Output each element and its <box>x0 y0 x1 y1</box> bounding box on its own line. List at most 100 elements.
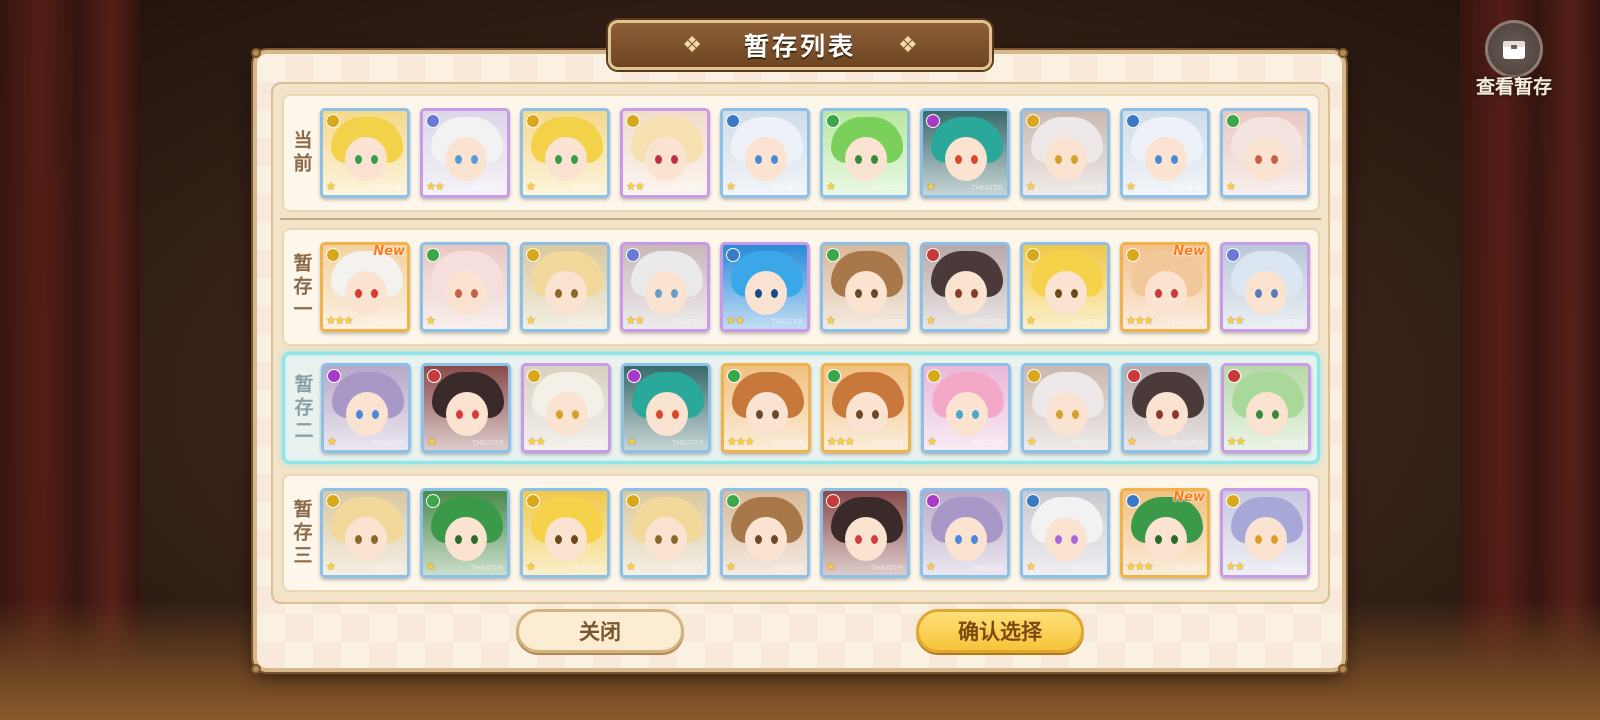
card-caption: THEATER <box>571 184 603 192</box>
rarity-stars: ★ <box>1226 180 1236 193</box>
card-caption: THEATER <box>672 439 704 447</box>
character-card[interactable]: ★★ THEATER <box>620 242 710 332</box>
character-card[interactable]: ★★ THEATER <box>521 363 611 453</box>
card-caption: THEATER <box>472 439 504 447</box>
rarity-stars: ★ <box>826 560 836 573</box>
element-icon <box>527 369 541 383</box>
character-card[interactable]: ★★ THEATER <box>620 108 710 198</box>
character-card[interactable]: ★ THEATER <box>1020 488 1110 578</box>
card-caption: THEATER <box>471 184 503 192</box>
element-icon <box>1126 114 1140 128</box>
rarity-stars: ★★ <box>1226 314 1245 327</box>
character-card[interactable]: ★ THEATER <box>1220 108 1310 198</box>
character-card[interactable]: ★ THEATER <box>520 488 610 578</box>
character-card[interactable]: ★ THEATER <box>520 242 610 332</box>
character-card[interactable]: ★ THEATER <box>820 242 910 332</box>
character-card[interactable]: ★ THEATER <box>720 488 810 578</box>
element-icon <box>1026 494 1040 508</box>
card-caption: THEATER <box>1172 439 1204 447</box>
character-card[interactable]: ★★★ THEATER <box>821 363 911 453</box>
element-icon <box>326 114 340 128</box>
character-card[interactable]: ★ THEATER <box>1121 363 1211 453</box>
character-card[interactable]: ★ THEATER <box>820 488 910 578</box>
card-caption: THEATER <box>971 318 1003 326</box>
corner-ornament <box>251 48 261 58</box>
rarity-stars: ★ <box>627 435 637 448</box>
confirm-select-button[interactable]: 确认选择 <box>916 609 1084 653</box>
rarity-stars: ★ <box>326 180 336 193</box>
card-caption: THEATER <box>1271 318 1303 326</box>
view-saved-button[interactable]: 查看暂存 <box>1464 20 1564 100</box>
card-caption: THEATER <box>371 318 403 326</box>
rarity-stars: ★ <box>726 180 736 193</box>
card-caption: THEATER <box>671 564 703 572</box>
new-badge: New <box>1173 244 1205 259</box>
rarity-stars: ★ <box>1126 180 1136 193</box>
rarity-stars: ★ <box>726 560 736 573</box>
element-icon <box>526 248 540 262</box>
character-card[interactable]: ★ THEATER <box>1020 242 1110 332</box>
close-button[interactable]: 关闭 <box>516 609 684 653</box>
rarity-stars: ★ <box>427 435 437 448</box>
character-card[interactable]: ★ THEATER <box>920 242 1010 332</box>
save-slot-row[interactable]: 暂存二 ★ THEATER ★ THEATER ★★ THEATER ★ THEATER ★★★ T… <box>282 352 1320 464</box>
card-caption: THEATER <box>971 184 1003 192</box>
character-card[interactable]: ★ THEATER <box>320 108 410 198</box>
character-card[interactable]: ★ THEATER <box>321 363 411 453</box>
character-card[interactable]: ★ THEATER <box>421 363 511 453</box>
character-card[interactable]: ★ THEATER <box>621 363 711 453</box>
rarity-stars: ★★★ <box>1126 560 1154 573</box>
character-card[interactable]: ★ THEATER <box>920 488 1010 578</box>
character-card[interactable]: ★ THEATER <box>620 488 710 578</box>
character-card[interactable]: ★★ THEATER <box>420 108 510 198</box>
character-card[interactable]: ★ THEATER <box>1020 108 1110 198</box>
element-icon <box>626 114 640 128</box>
element-icon <box>1126 494 1140 508</box>
card-caption: THEATER <box>771 184 803 192</box>
character-card[interactable]: ★★★ THEATER <box>721 363 811 453</box>
character-card[interactable]: ★★ THEATER <box>1220 488 1310 578</box>
rarity-stars: ★ <box>1026 180 1036 193</box>
character-card[interactable]: ★ THEATER <box>420 242 510 332</box>
character-card[interactable]: ★★ THEATER <box>1220 242 1310 332</box>
element-icon <box>726 114 740 128</box>
element-icon <box>426 494 440 508</box>
storage-box-icon <box>1485 20 1543 78</box>
character-card[interactable]: ★★ THEATER <box>720 242 810 332</box>
rarity-stars: ★★ <box>626 180 645 193</box>
card-caption: THEATER <box>1071 184 1103 192</box>
corner-ornament <box>1338 664 1348 674</box>
character-card[interactable]: ★ THEATER <box>820 108 910 198</box>
row-label: 暂存一 <box>290 252 313 322</box>
element-icon <box>726 248 740 262</box>
element-icon <box>1226 248 1240 262</box>
card-caption: THEATER <box>571 318 603 326</box>
character-card[interactable]: ★★★ THEATER New <box>1120 242 1210 332</box>
rarity-stars: ★ <box>1026 560 1036 573</box>
card-caption: THEATER <box>671 318 703 326</box>
element-icon <box>627 369 641 383</box>
card-caption: THEATER <box>1171 184 1203 192</box>
character-card[interactable]: ★★ THEATER <box>1221 363 1311 453</box>
character-card[interactable]: ★ THEATER <box>920 108 1010 198</box>
character-card[interactable]: ★ THEATER <box>921 363 1011 453</box>
character-card[interactable]: ★★★ THEATER New <box>320 242 410 332</box>
rarity-stars: ★ <box>326 560 336 573</box>
element-icon <box>1126 248 1140 262</box>
rarity-stars: ★ <box>1027 435 1037 448</box>
character-card[interactable]: ★★★ THEATER New <box>1120 488 1210 578</box>
character-card[interactable]: ★ THEATER <box>1120 108 1210 198</box>
card-caption: THEATER <box>1271 564 1303 572</box>
save-slot-row[interactable]: 当前 ★ THEATER ★★ THEATER ★ THEATER ★★ THEATER ★ THE… <box>282 94 1320 212</box>
save-slot-row[interactable]: 暂存一 ★★★ THEATER New ★ THEATER ★ THEATER ★★ THEATE… <box>282 228 1320 346</box>
element-icon <box>626 248 640 262</box>
save-slot-row[interactable]: 暂存三 ★ THEATER ★ THEATER ★ THEATER ★ THEATER ★ THEA… <box>282 474 1320 592</box>
rarity-stars: ★ <box>927 435 937 448</box>
character-card[interactable]: ★ THEATER <box>520 108 610 198</box>
character-card[interactable]: ★ THEATER <box>720 108 810 198</box>
character-card[interactable]: ★ THEATER <box>1021 363 1111 453</box>
element-icon <box>1027 369 1041 383</box>
character-card[interactable]: ★ THEATER <box>320 488 410 578</box>
element-icon <box>1226 114 1240 128</box>
character-card[interactable]: ★ THEATER <box>420 488 510 578</box>
